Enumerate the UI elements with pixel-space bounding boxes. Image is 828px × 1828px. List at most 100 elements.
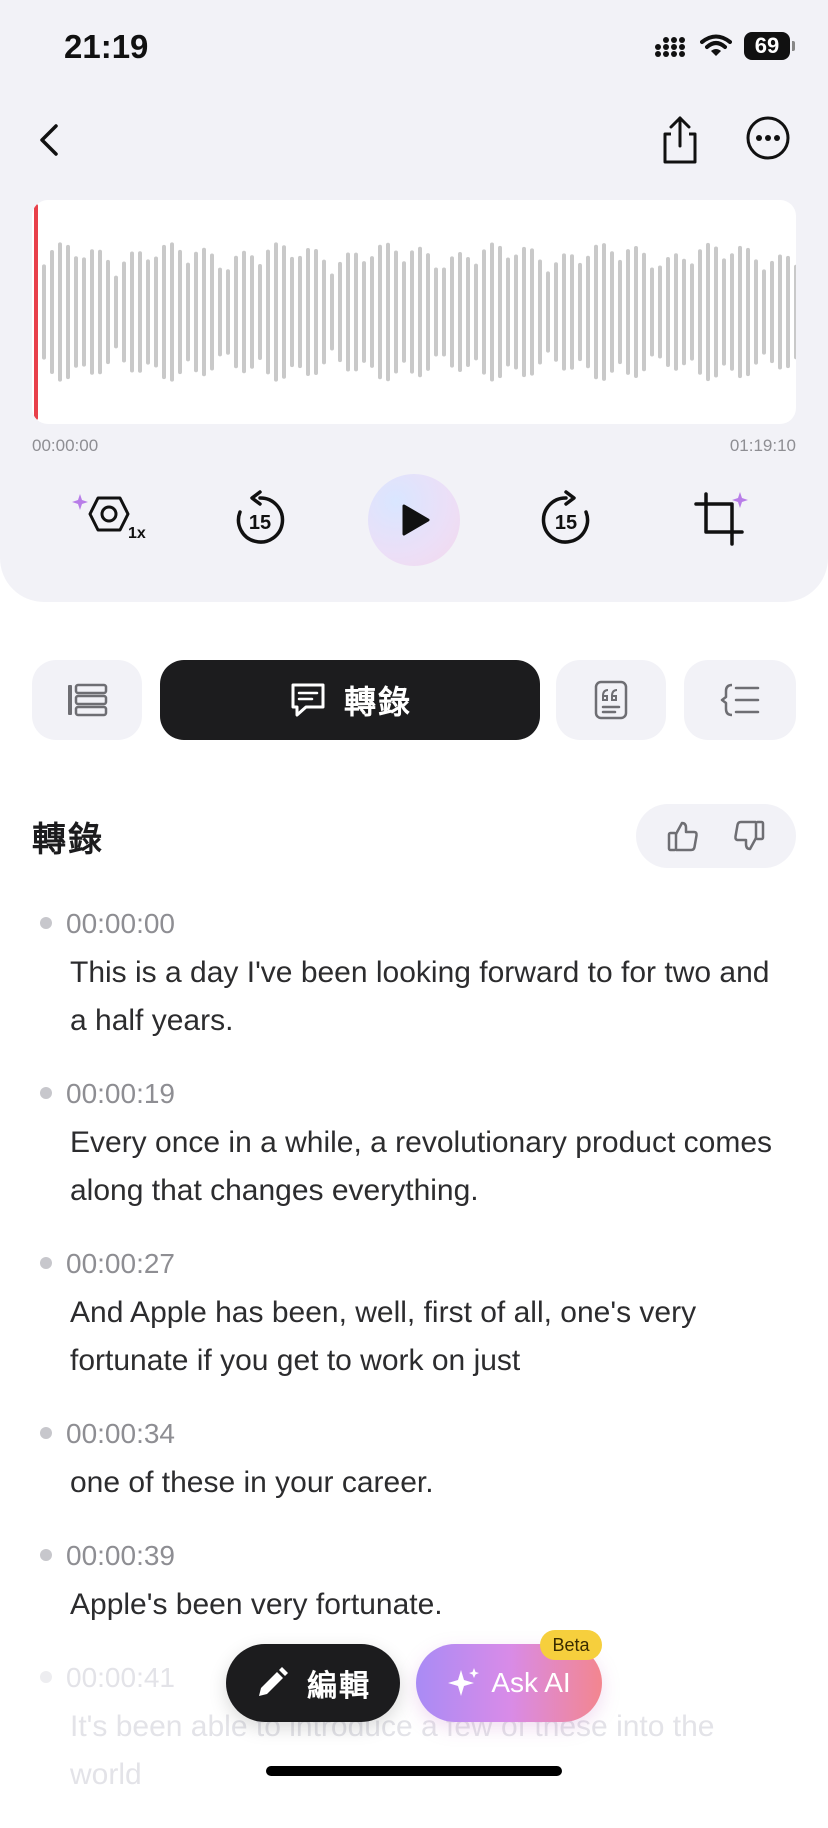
waveform-bar (210, 253, 214, 371)
waveform-bar (314, 249, 318, 375)
waveform-bar (626, 249, 630, 375)
back-arrow-icon[interactable] (28, 118, 72, 162)
time-end: 01:19:10 (729, 436, 796, 455)
waveform-bar (154, 256, 158, 368)
tab-quotes[interactable] (556, 660, 666, 740)
waveform-bar (514, 254, 518, 370)
waveform-bar (634, 245, 638, 379)
waveform-bar (138, 251, 142, 373)
tab-transcript[interactable]: 轉錄 (160, 660, 540, 740)
waveform-bar (562, 253, 566, 371)
waveform-bar (482, 249, 486, 375)
entry-timestamp[interactable]: 00:00:19 (66, 1074, 780, 1114)
section-title: 轉錄 (32, 821, 104, 859)
waveform-bar (274, 242, 278, 382)
waveform-bar (282, 245, 286, 379)
waveform-bar (114, 275, 118, 349)
waveform-bar (322, 259, 326, 365)
transcript-entry[interactable]: 00:00:27 And Apple has been, well, first… (40, 1244, 780, 1385)
transcript-entry[interactable]: 00:00:00 This is a day I've been looking… (40, 904, 780, 1045)
edit-label: 編輯 (307, 1670, 371, 1703)
waveform-bar (722, 258, 726, 366)
play-button[interactable] (368, 474, 460, 566)
battery-level: 69 (754, 33, 780, 58)
waveform-bar (290, 256, 294, 368)
more-options-icon[interactable] (744, 114, 792, 162)
entry-dot (40, 1257, 52, 1269)
waveform-bar (354, 252, 358, 372)
tab-outline[interactable] (684, 660, 796, 740)
thumbs-down-icon[interactable] (732, 819, 766, 853)
waveform-bar (522, 246, 526, 378)
transcript-entry[interactable]: 00:00:19 Every once in a while, a revolu… (40, 1074, 780, 1215)
playhead[interactable] (34, 204, 38, 420)
waveform-bar (442, 267, 446, 357)
waveform-bar (714, 246, 718, 378)
ai-trim-button[interactable] (680, 478, 764, 562)
waveform-bar (98, 249, 102, 375)
beta-badge: Beta (540, 1630, 602, 1660)
waveform-bar (58, 242, 62, 382)
waveform-bar (66, 244, 70, 380)
waveform-bar (226, 269, 230, 355)
share-icon[interactable] (656, 114, 704, 166)
waveform-bar (178, 249, 182, 375)
waveform-bar (474, 263, 478, 361)
waveform-bar (250, 255, 254, 369)
waveform-bar (578, 262, 582, 362)
entry-text: This is a day I've been looking forward … (70, 956, 770, 1037)
waveform-bar (106, 259, 110, 365)
battery-indicator: 69 (744, 32, 795, 60)
waveform-bar (202, 247, 206, 377)
waveform-bar (602, 243, 606, 381)
entry-text: Every once in a while, a revolutionary p… (70, 1126, 773, 1207)
waveform-bar (666, 257, 670, 367)
waveform-bar (338, 261, 342, 363)
waveform-bar (82, 257, 86, 367)
waveform-bar (298, 255, 302, 369)
transcript-entry[interactable]: 00:00:39 Apple's been very fortunate. (40, 1536, 780, 1629)
tab-overview[interactable] (32, 660, 142, 740)
waveform-bar (618, 259, 622, 365)
waveform-bar (546, 271, 550, 353)
waveform-bar (218, 267, 222, 357)
player-panel: 21:19 69 00:00:00 01:19:10 1x 15 15 (0, 0, 828, 602)
entry-timestamp[interactable]: 00:00:34 (66, 1414, 780, 1454)
entry-dot (40, 917, 52, 929)
edit-button[interactable]: 編輯 (226, 1644, 400, 1722)
waveform[interactable] (32, 200, 796, 424)
waveform-bar (418, 246, 422, 378)
thumbs-up-icon[interactable] (666, 819, 700, 853)
waveform-bar (362, 261, 366, 363)
waveform-bar (410, 250, 414, 374)
waveform-bar (386, 242, 390, 382)
waveform-bar (754, 259, 758, 365)
waveform-bar (786, 255, 790, 369)
ai-speed-button[interactable]: 1x (70, 478, 154, 562)
waveform-bar (306, 247, 310, 377)
skip-back-button[interactable]: 15 (218, 478, 302, 562)
entry-timestamp[interactable]: 00:00:00 (66, 904, 780, 944)
list-icon (68, 683, 108, 717)
waveform-bar (698, 249, 702, 375)
status-icons: 69 (654, 32, 795, 60)
skip-forward-button[interactable]: 15 (524, 478, 608, 562)
transcript-entry[interactable]: 00:00:41 It's been able to introduce a f… (40, 1658, 780, 1799)
waveform-bars (42, 242, 796, 382)
waveform-bar (74, 256, 78, 368)
entry-timestamp[interactable]: 00:00:39 (66, 1536, 780, 1576)
waveform-bar (394, 250, 398, 374)
transcript-entry[interactable]: 00:00:34 one of these in your career. (40, 1414, 780, 1507)
waveform-bar (458, 251, 462, 373)
entry-timestamp[interactable]: 00:00:27 (66, 1244, 780, 1284)
waveform-bar (746, 247, 750, 377)
waveform-bar (378, 244, 382, 380)
ask-ai-label: Ask AI (491, 1667, 571, 1698)
skip-forward-label: 15 (555, 512, 577, 534)
entry-dot (40, 1549, 52, 1561)
waveform-bar (186, 262, 190, 362)
waveform-bar (706, 242, 710, 382)
skip-back-label: 15 (249, 512, 271, 534)
waveform-bar (730, 253, 734, 371)
waveform-bar (682, 258, 686, 366)
